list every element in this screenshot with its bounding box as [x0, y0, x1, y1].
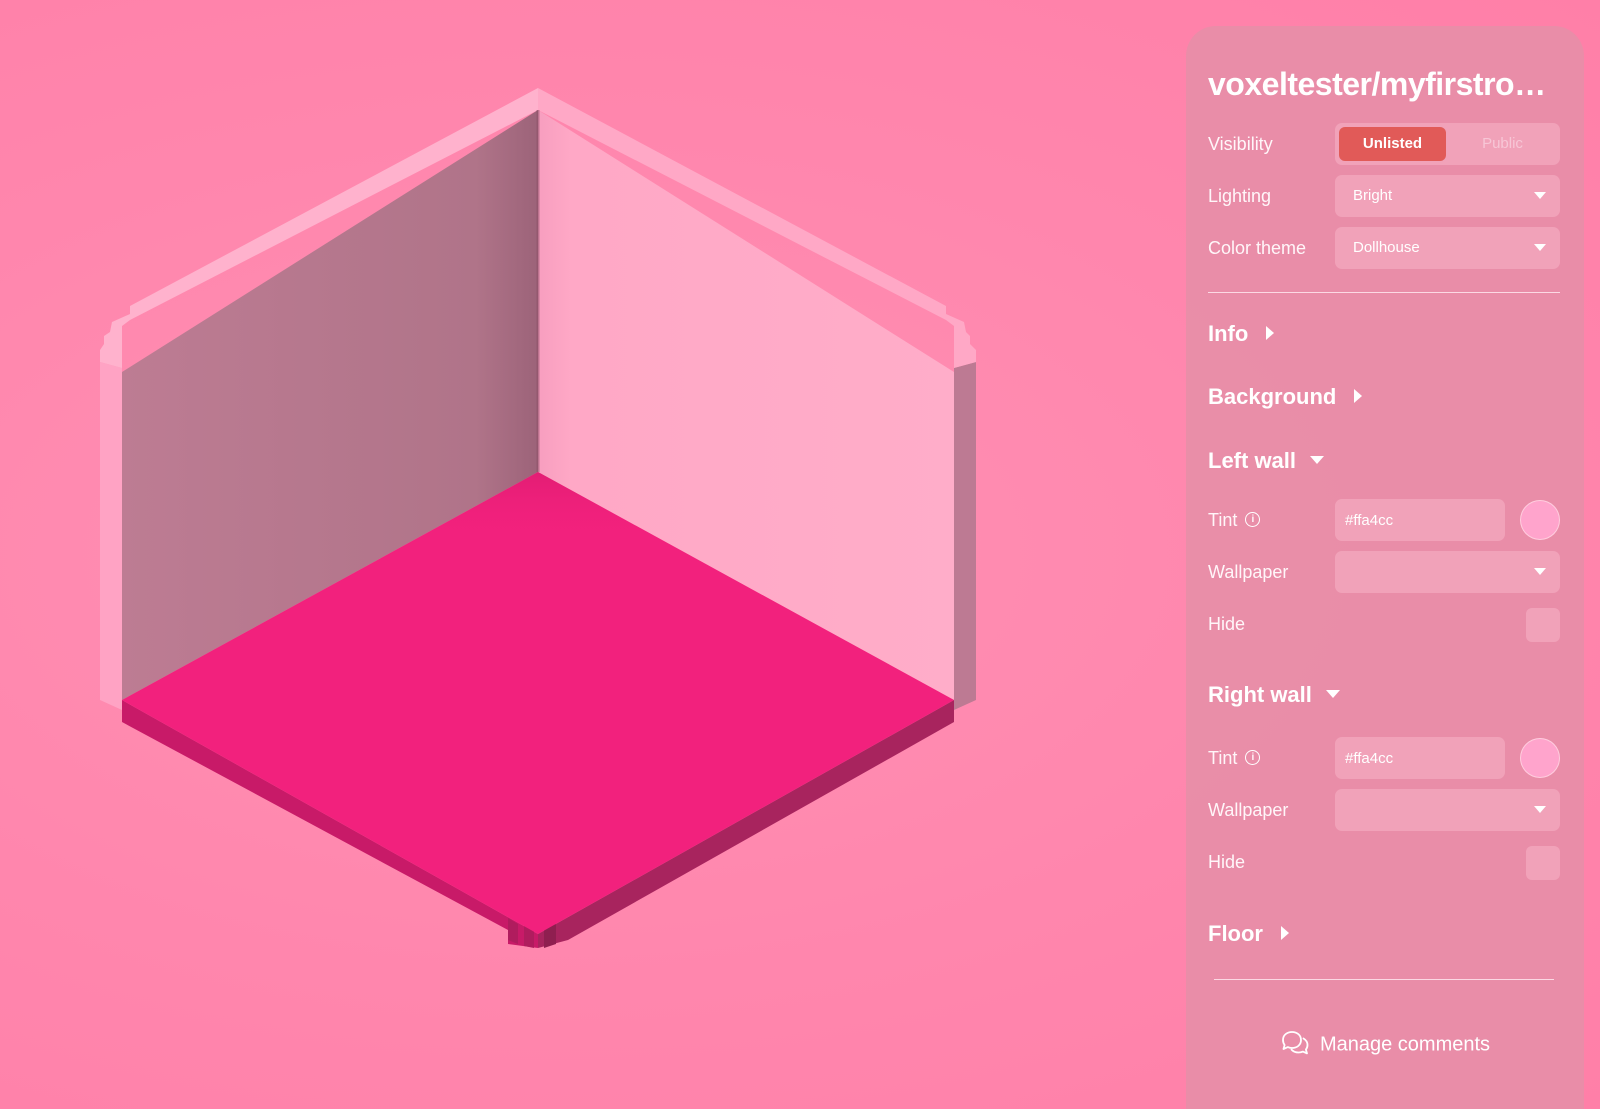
section-left-wall-label: Left wall: [1208, 448, 1297, 473]
right-wall-hide-checkbox[interactable]: [1526, 846, 1560, 880]
left-wall-hide-checkbox[interactable]: [1526, 608, 1560, 642]
caret-down-icon: [1310, 456, 1325, 465]
caret-right-icon: [1266, 326, 1275, 341]
section-right-wall-toggle[interactable]: Right wall: [1208, 678, 1340, 712]
visibility-label: Visibility: [1208, 134, 1273, 154]
color-theme-row: Color theme Dollhouse: [1208, 227, 1560, 269]
chevron-down-icon: [1534, 568, 1546, 575]
left-wall-hide-row: Hide: [1208, 603, 1560, 645]
info-icon[interactable]: i: [1245, 511, 1261, 527]
lighting-select[interactable]: Bright: [1335, 175, 1560, 217]
left-wall-tint-label: Tint i: [1208, 499, 1261, 541]
manage-comments-label: Manage comments: [1319, 1033, 1491, 1056]
left-wall-hide-label: Hide: [1208, 614, 1246, 634]
comments-icon: [1282, 1031, 1309, 1055]
divider: [1208, 292, 1560, 293]
left-wall-side: [100, 362, 122, 710]
section-floor-label: Floor: [1208, 921, 1263, 946]
room-viewport[interactable]: [0, 0, 1180, 1109]
chevron-down-icon: [1534, 244, 1546, 251]
lighting-label: Lighting: [1208, 186, 1272, 206]
right-wall-tint-swatch[interactable]: [1520, 738, 1560, 778]
chevron-down-icon: [1534, 192, 1546, 199]
section-background-toggle[interactable]: Background: [1208, 380, 1363, 414]
caret-down-icon: [1325, 690, 1340, 699]
divider: [1214, 979, 1554, 980]
caret-right-icon: [1354, 389, 1363, 404]
visibility-row: Visibility Unlisted Public: [1208, 123, 1560, 165]
manage-comments-button[interactable]: Manage comments: [1186, 1031, 1584, 1058]
left-wall-tint-row: Tint i: [1208, 499, 1560, 541]
room-settings-panel: voxeltester/myfirstroom Visibility Unlis…: [1186, 26, 1584, 1109]
color-theme-label: Color theme: [1208, 238, 1307, 258]
left-wall-wallpaper-select[interactable]: [1335, 551, 1560, 593]
section-info-toggle[interactable]: Info: [1208, 317, 1275, 351]
info-icon[interactable]: i: [1245, 749, 1261, 765]
color-theme-select[interactable]: Dollhouse: [1335, 227, 1560, 269]
section-right-wall-label: Right wall: [1208, 682, 1312, 707]
room-render[interactable]: [0, 0, 1180, 1109]
caret-right-icon: [1281, 926, 1289, 941]
right-wall-wallpaper-label: Wallpaper: [1208, 800, 1289, 820]
right-wall-wallpaper-row: Wallpaper: [1208, 789, 1560, 831]
lighting-select-value: Bright: [1353, 187, 1393, 204]
left-wall-wallpaper-row: Wallpaper: [1208, 551, 1560, 593]
section-floor-toggle[interactable]: Floor: [1208, 917, 1289, 951]
right-wall-hide-label: Hide: [1208, 852, 1246, 872]
section-background-label: Background: [1208, 384, 1337, 409]
chevron-down-icon: [1534, 806, 1546, 813]
visibility-toggle: Unlisted Public: [1335, 123, 1560, 165]
lighting-row: Lighting Bright: [1208, 175, 1560, 217]
left-wall-wallpaper-label: Wallpaper: [1208, 562, 1289, 582]
visibility-unlisted-button[interactable]: Unlisted: [1339, 127, 1446, 161]
right-wall-wallpaper-select[interactable]: [1335, 789, 1560, 831]
section-left-wall-toggle[interactable]: Left wall: [1208, 444, 1325, 478]
right-wall-tint-label: Tint i: [1208, 737, 1261, 779]
left-wall-tint-input[interactable]: [1335, 499, 1505, 541]
visibility-public-button[interactable]: Public: [1449, 127, 1556, 161]
room-title: voxeltester/myfirstroom: [1208, 66, 1558, 102]
right-wall-side: [954, 362, 976, 710]
right-wall-tint-row: Tint i: [1208, 737, 1560, 779]
right-wall-hide-row: Hide: [1208, 841, 1560, 883]
left-wall-tint-swatch[interactable]: [1520, 500, 1560, 540]
section-info-label: Info: [1208, 321, 1249, 346]
color-theme-select-value: Dollhouse: [1353, 239, 1420, 256]
right-wall-tint-input[interactable]: [1335, 737, 1505, 779]
